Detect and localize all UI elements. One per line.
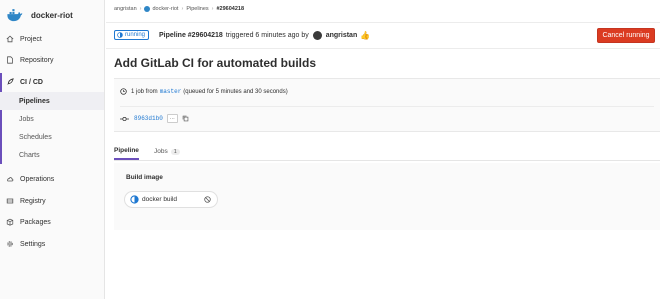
tab-jobs[interactable]: Jobs 1 — [154, 143, 180, 160]
tab-pipeline[interactable]: Pipeline — [114, 143, 139, 160]
cancel-job-icon[interactable] — [204, 196, 211, 203]
sidebar-item-packages[interactable]: Packages — [0, 213, 104, 231]
project-name: docker-riot — [31, 10, 73, 20]
status-badge[interactable]: running — [114, 30, 150, 40]
author-name[interactable]: angristan — [326, 32, 358, 39]
running-status-icon — [117, 32, 123, 38]
sidebar-item-project[interactable]: Project — [0, 30, 104, 48]
sidebar-item-operations[interactable]: Operations — [0, 170, 104, 188]
triggered-text: triggered 6 minutes ago by — [225, 31, 309, 39]
project-avatar-icon — [144, 6, 151, 12]
sidebar-item-label: Operations — [20, 175, 55, 183]
job-pill[interactable]: docker build — [124, 191, 218, 208]
sidebar-item-label: Project — [20, 35, 42, 43]
commit-row: 8963d1b0 ··· — [120, 114, 189, 123]
cancel-running-button[interactable]: Cancel running — [597, 28, 655, 43]
page-title: Add GitLab CI for automated builds — [114, 56, 316, 70]
sidebar-item-repository[interactable]: Repository — [0, 51, 104, 69]
copy-icon[interactable] — [182, 115, 189, 122]
sidebar-item-label: Repository — [20, 56, 54, 64]
breadcrumb-project[interactable]: docker-riot — [152, 6, 178, 12]
commit-sha-link[interactable]: 8963d1b0 — [134, 115, 163, 122]
project-brand[interactable]: docker-riot — [6, 6, 73, 24]
divider — [106, 22, 660, 23]
sidebar-subitem-pipelines[interactable]: Pipelines — [0, 92, 104, 110]
pipeline-tabs: Pipeline Jobs 1 — [114, 143, 660, 161]
sidebar-item-label: Packages — [20, 218, 51, 226]
branch-link[interactable]: master — [160, 88, 182, 95]
sidebar: docker-riot Project Repository CI / CD P… — [0, 0, 105, 299]
divider — [106, 48, 660, 49]
clock-icon — [120, 88, 127, 95]
breadcrumb-section[interactable]: Pipelines — [186, 6, 208, 12]
main-content: angristan › docker-riot › Pipelines › #2… — [106, 0, 660, 299]
sidebar-subitem-schedules[interactable]: Schedules — [0, 128, 104, 146]
sidebar-item-registry[interactable]: Registry — [0, 192, 104, 210]
jobs-count-badge: 1 — [170, 148, 180, 155]
breadcrumb-user[interactable]: angristan — [114, 6, 137, 12]
running-status-icon — [130, 195, 139, 204]
jobs-prefix: 1 job from — [131, 88, 158, 95]
sidebar-subitem-charts[interactable]: Charts — [0, 146, 104, 164]
sidebar-item-label: Registry — [20, 197, 46, 205]
status-label: running — [125, 32, 146, 38]
breadcrumb-separator: › — [139, 6, 142, 12]
package-icon — [6, 218, 14, 226]
avatar — [312, 30, 322, 40]
commit-icon — [120, 116, 129, 121]
sidebar-subitem-jobs[interactable]: Jobs — [0, 110, 104, 128]
docker-logo-icon — [7, 8, 23, 21]
tab-jobs-label: Jobs — [154, 148, 168, 155]
breadcrumb-separator: › — [181, 6, 184, 12]
breadcrumb-current[interactable]: #29604218 — [216, 6, 244, 12]
sidebar-item-label: CI / CD — [20, 78, 43, 86]
home-icon — [6, 35, 14, 43]
container-icon — [6, 197, 14, 205]
expand-commit-button[interactable]: ··· — [166, 114, 178, 123]
jobs-summary: 1 job from master (queued for 5 minutes … — [120, 88, 288, 95]
stage-title: Build image — [126, 174, 163, 181]
gear-icon — [6, 240, 14, 248]
divider — [120, 106, 654, 107]
cloud-icon — [6, 175, 14, 183]
sidebar-item-settings[interactable]: Settings — [0, 235, 104, 253]
pipeline-id: Pipeline #29604218 — [159, 31, 223, 39]
pipeline-graph: Build image docker build — [114, 163, 660, 230]
pipeline-header-info: Pipeline #29604218 triggered 6 minutes a… — [159, 29, 370, 41]
pipeline-info-box: 1 job from master (queued for 5 minutes … — [114, 78, 660, 132]
file-icon — [6, 56, 14, 64]
queued-text: (queued for 5 minutes and 30 seconds) — [183, 88, 288, 95]
rocket-icon — [6, 78, 14, 86]
breadcrumb: angristan › docker-riot › Pipelines › #2… — [114, 6, 244, 12]
breadcrumb-separator: › — [211, 6, 214, 12]
job-name: docker build — [142, 196, 178, 203]
sidebar-item-cicd[interactable]: CI / CD — [0, 73, 106, 91]
thumbs-up-icon: 👍 — [360, 30, 371, 40]
sidebar-item-label: Settings — [20, 240, 46, 248]
